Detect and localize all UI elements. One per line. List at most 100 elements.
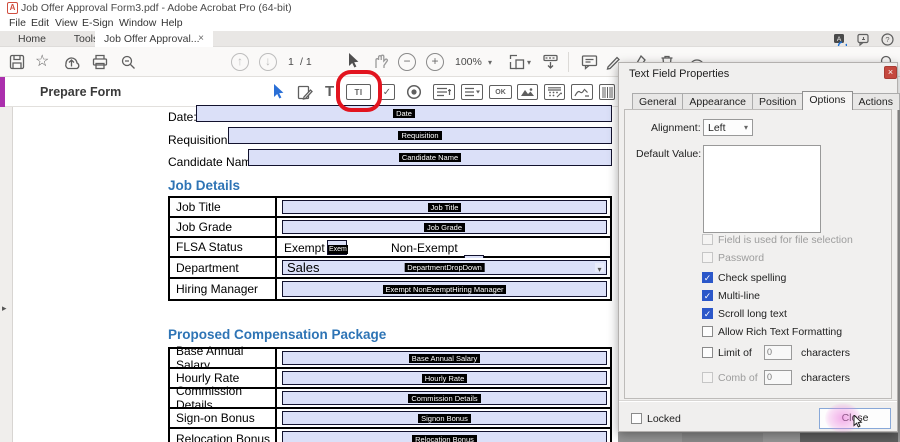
- edit-fields-icon[interactable]: [296, 84, 314, 101]
- job-grade-field[interactable]: Job Grade: [282, 220, 607, 234]
- limit-label: Limit of: [718, 347, 752, 359]
- list-box-tool-icon[interactable]: [433, 84, 455, 100]
- page-number-field[interactable]: 1: [288, 56, 294, 68]
- signon-bonus-field[interactable]: Signon Bonus: [282, 411, 607, 425]
- alignment-dropdown-icon: ▾: [744, 123, 748, 132]
- limit-characters-input[interactable]: 0: [764, 345, 792, 360]
- signature-field-tool-icon[interactable]: [571, 84, 593, 100]
- feedback-icon[interactable]: [857, 33, 871, 46]
- signon-bonus-label: Sign-on Bonus: [170, 409, 277, 427]
- image-field-tool-icon[interactable]: [517, 84, 538, 100]
- commission-field-tag: Commission Details: [408, 394, 480, 403]
- dialog-separator: [619, 400, 897, 402]
- exempt-field[interactable]: Exem: [327, 240, 347, 255]
- table-row: FLSA Status Exempt Exem Non-Exempt Non: [170, 238, 610, 258]
- department-label: Department: [170, 258, 277, 277]
- password-label: Password: [718, 252, 764, 264]
- candidate-name-field[interactable]: Candidate Name: [248, 149, 612, 166]
- tab-position[interactable]: Position: [752, 93, 803, 110]
- navigation-pane-rail[interactable]: [0, 107, 13, 442]
- zoom-dropdown-icon[interactable]: ▾: [488, 58, 492, 67]
- table-row: Base Annual Salary Base Annual Salary: [170, 349, 610, 369]
- check-spelling-checkbox[interactable]: ✓: [702, 272, 713, 283]
- tab-options[interactable]: Options: [802, 91, 852, 110]
- zoom-out-icon[interactable]: −: [398, 53, 416, 71]
- scrolling-mode-icon[interactable]: [541, 53, 560, 71]
- scroll-long-text-checkbox[interactable]: ✓: [702, 308, 713, 319]
- comment-icon[interactable]: [580, 53, 599, 71]
- department-dropdown[interactable]: Sales DepartmentDropDown ▾: [282, 260, 607, 275]
- text-field-properties-dialog: Text Field Properties × General Appearan…: [618, 62, 898, 432]
- comb-suffix-label: characters: [801, 372, 850, 384]
- select-tool-icon[interactable]: [346, 52, 360, 70]
- menu-window[interactable]: Window: [119, 17, 156, 29]
- document-tab-bar: Home Tools Job Offer Approval... × A ?: [0, 31, 900, 47]
- job-details-table: Job Title Job Title Job Grade Job Grade …: [168, 196, 612, 301]
- print-icon[interactable]: [91, 53, 109, 71]
- tab-general[interactable]: General: [632, 93, 683, 110]
- radio-button-tool-icon[interactable]: [406, 84, 422, 100]
- locked-checkbox[interactable]: [631, 413, 642, 424]
- file-selection-checkbox: [702, 234, 713, 245]
- table-row: Commission Details Commission Details: [170, 389, 610, 409]
- base-salary-field[interactable]: Base Annual Salary: [282, 351, 607, 365]
- search-icon[interactable]: [119, 53, 137, 71]
- rich-text-label: Allow Rich Text Formatting: [718, 326, 842, 338]
- table-row: Job Grade Job Grade: [170, 218, 610, 238]
- dialog-title: Text Field Properties: [629, 68, 729, 80]
- fit-page-icon[interactable]: [508, 53, 526, 71]
- job-title-field[interactable]: Job Title: [282, 200, 607, 214]
- menu-file[interactable]: File: [9, 17, 26, 29]
- job-title-field-tag: Job Title: [428, 203, 462, 212]
- form-select-tool-icon[interactable]: [271, 83, 285, 101]
- base-salary-field-tag: Base Annual Salary: [409, 354, 480, 363]
- menu-esign[interactable]: E-Sign: [82, 17, 114, 29]
- next-page-icon[interactable]: ↓: [259, 53, 277, 71]
- tab-close-icon[interactable]: ×: [195, 31, 207, 47]
- save-icon[interactable]: [8, 53, 26, 71]
- requisition-field[interactable]: Requisition: [228, 127, 612, 144]
- multi-line-checkbox[interactable]: ✓: [702, 290, 713, 301]
- dropdown-tool-icon[interactable]: [461, 84, 483, 100]
- tab-home[interactable]: Home: [8, 31, 56, 47]
- hand-tool-icon[interactable]: [371, 52, 389, 70]
- dialog-close-icon[interactable]: ×: [884, 66, 897, 79]
- relocation-bonus-field[interactable]: Relocation Bonus: [282, 431, 607, 442]
- barcode-tool-icon[interactable]: [599, 84, 615, 100]
- expand-pane-icon[interactable]: ▸: [2, 303, 7, 314]
- tab-actions[interactable]: Actions: [852, 93, 900, 110]
- previous-page-icon[interactable]: ↑: [231, 53, 249, 71]
- hourly-rate-field[interactable]: Hourly Rate: [282, 371, 607, 385]
- rich-text-checkbox[interactable]: [702, 326, 713, 337]
- menu-help[interactable]: Help: [161, 17, 183, 29]
- flsa-status-label: FLSA Status: [170, 238, 277, 256]
- acrobat-sync-icon[interactable]: A: [833, 33, 847, 46]
- menu-edit[interactable]: Edit: [31, 17, 49, 29]
- add-text-icon[interactable]: T: [325, 83, 334, 100]
- default-value-textarea[interactable]: [703, 145, 821, 233]
- share-icon[interactable]: [62, 53, 81, 71]
- fit-page-dropdown-icon[interactable]: ▾: [527, 58, 531, 67]
- compensation-table: Base Annual Salary Base Annual Salary Ho…: [168, 347, 612, 442]
- alignment-label: Alignment:: [651, 122, 701, 134]
- star-icon[interactable]: ☆: [35, 51, 49, 71]
- date-field[interactable]: Date: [196, 105, 612, 122]
- zoom-in-icon[interactable]: +: [426, 53, 444, 71]
- limit-checkbox[interactable]: [702, 347, 713, 358]
- date-field-tool-icon[interactable]: [544, 84, 565, 100]
- date-field-tag: Date: [393, 109, 415, 118]
- commission-field[interactable]: Commission Details: [282, 391, 607, 405]
- hiring-manager-field[interactable]: Exempt NonExemptHiring Manager: [282, 281, 607, 297]
- zoom-level-value[interactable]: 100%: [455, 56, 482, 68]
- relocation-bonus-label: Relocation Bonus: [170, 429, 277, 442]
- multi-line-label: Multi-line: [718, 290, 760, 302]
- menu-view[interactable]: View: [55, 17, 78, 29]
- tab-appearance[interactable]: Appearance: [682, 93, 753, 110]
- department-dropdown-icon[interactable]: ▾: [595, 263, 604, 272]
- ok-button-tool-icon[interactable]: OK: [489, 85, 512, 99]
- page-count-label: / 1: [300, 56, 312, 68]
- mouse-cursor-icon: [853, 415, 865, 429]
- help-icon[interactable]: ?: [881, 33, 894, 46]
- alignment-select[interactable]: Left▾: [703, 119, 753, 136]
- exempt-label: Exempt: [284, 241, 325, 255]
